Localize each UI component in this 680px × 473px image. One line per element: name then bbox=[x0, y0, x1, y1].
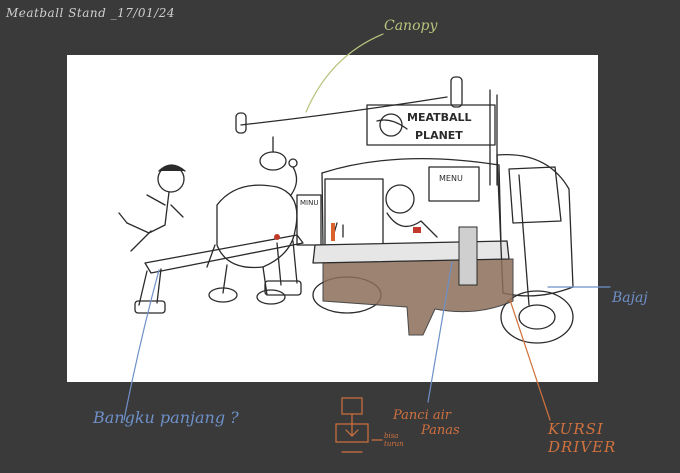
kursi-line-1: KURSI bbox=[548, 420, 604, 438]
kursi-annotation: KURSI DRIVER bbox=[548, 420, 616, 456]
kursi-line-2: DRIVER bbox=[548, 438, 617, 456]
bisa-line-2: turun bbox=[384, 440, 404, 448]
bajaj-annotation: Bajaj bbox=[612, 290, 648, 306]
panci-leader bbox=[427, 261, 453, 403]
annotation-lines bbox=[123, 33, 611, 453]
panci-line-1: Panci air bbox=[393, 408, 451, 423]
pot-sketch bbox=[335, 397, 383, 453]
bisa-line-1: bisa bbox=[384, 432, 399, 440]
canopy-leader bbox=[305, 33, 384, 113]
bangku-leader bbox=[123, 269, 160, 421]
bisa-annotation: bisa turun bbox=[384, 432, 404, 448]
canopy-annotation: Canopy bbox=[384, 18, 438, 34]
bangku-annotation: Bangku panjang ? bbox=[93, 408, 239, 427]
kursi-leader bbox=[509, 299, 551, 421]
